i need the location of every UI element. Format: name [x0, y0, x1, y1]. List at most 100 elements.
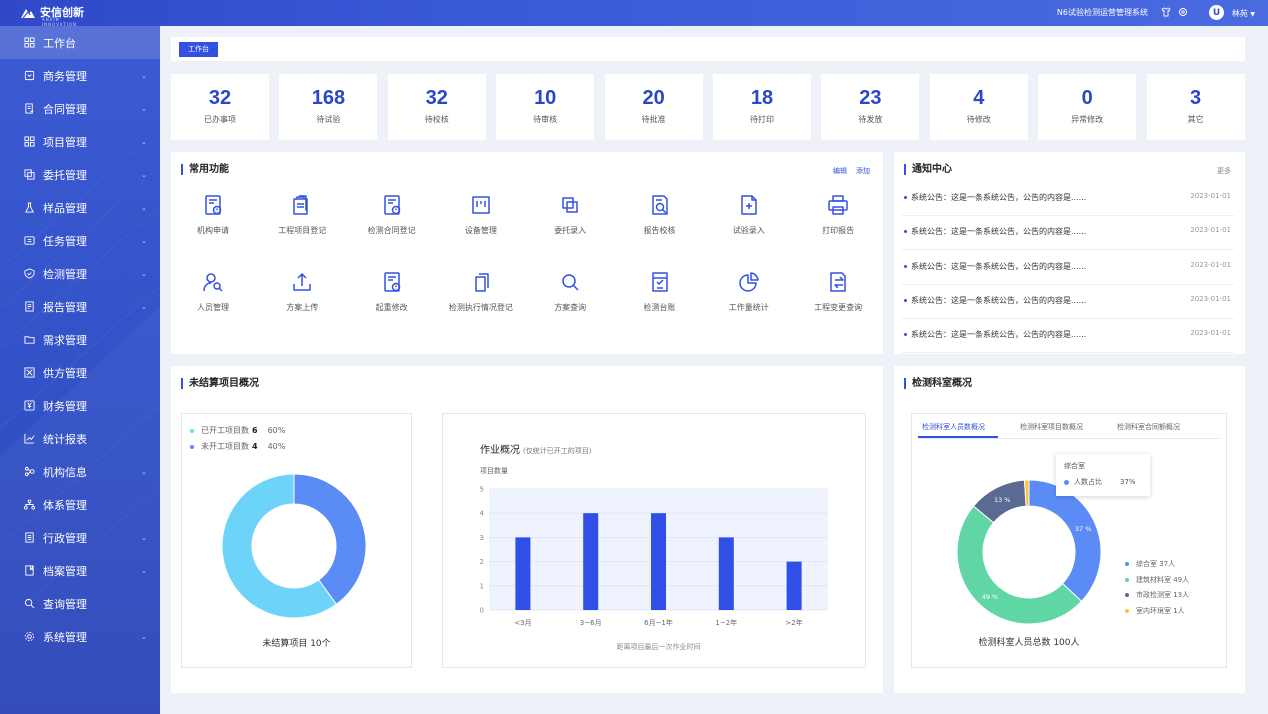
stat-card[interactable]: 10 待审核: [496, 74, 595, 140]
doc-alert-icon: [383, 272, 400, 292]
search-icon: [562, 274, 579, 291]
legend-item[interactable]: 室内环境室 1人: [1125, 606, 1185, 616]
sidebar-item-12[interactable]: 统计报表: [0, 422, 160, 455]
stat-card[interactable]: 32 已办事项: [171, 74, 269, 140]
notice-text: 系统公告：这是一条系统公告，公告的内容是......: [911, 295, 1087, 305]
stat-card[interactable]: 18 待打印: [713, 74, 811, 140]
add-link[interactable]: 添加: [856, 166, 870, 176]
tab-lab-projects[interactable]: 检测科室项目数概况: [1020, 422, 1083, 432]
function-item[interactable]: 检测合同登记: [352, 194, 432, 236]
legend-not-started-name: 未开工项目数: [201, 442, 249, 451]
legend-item[interactable]: 综合室 37人: [1125, 559, 1175, 569]
sidebar-item-9[interactable]: 需求管理: [0, 323, 160, 356]
sidebar-item-label: 报告管理: [43, 300, 87, 314]
tab-lab-contracts[interactable]: 检测科室合同额概况: [1117, 422, 1180, 432]
sidebar-item-8[interactable]: 报告管理 ⌄: [0, 290, 160, 323]
chevron-down-icon: ⌄: [141, 104, 147, 113]
stat-card[interactable]: 23 待发放: [821, 74, 920, 140]
function-label: 工作量统计: [728, 303, 769, 312]
function-item[interactable]: 报告校核: [620, 194, 700, 236]
sidebar-item-18[interactable]: 系统管理 ⌄: [0, 620, 160, 653]
notice-item[interactable]: 系统公告：这是一条系统公告，公告的内容是...... 2023-01-01: [902, 319, 1234, 354]
legend-swatch: [190, 428, 194, 433]
function-item[interactable]: 人员管理: [173, 271, 253, 313]
project-donut-card: 已开工项目数 6 60% 未开工项目数 4 40% 未结算项目 10个: [181, 413, 412, 668]
user-name: 林苑: [1231, 9, 1248, 18]
bar-0[interactable]: [515, 537, 531, 610]
tab-lab-staff[interactable]: 检测科室人员数概况: [922, 422, 985, 432]
notice-item[interactable]: 系统公告：这是一条系统公告，公告的内容是...... 2023-01-01: [902, 251, 1234, 285]
folder-icon: [24, 336, 35, 344]
function-label: 委托录入: [554, 226, 587, 235]
sidebar-item-11[interactable]: 财务管理: [0, 389, 160, 422]
bar-2[interactable]: [651, 513, 666, 610]
shirt-icon[interactable]: [1161, 7, 1171, 17]
avatar[interactable]: U: [1209, 5, 1224, 20]
legend-item[interactable]: 建筑材料室 49人: [1125, 575, 1189, 585]
legend-item[interactable]: 市政检测室 13人: [1125, 590, 1189, 600]
sidebar-item-16[interactable]: 档案管理 ⌄: [0, 554, 160, 587]
user-menu[interactable]: 林苑 ▼: [1232, 8, 1255, 19]
unsettled-projects-title: 未结算项目概况: [181, 378, 259, 389]
donut-slice-1[interactable]: [293, 473, 367, 605]
function-item[interactable]: 打印报告: [798, 194, 878, 236]
function-item[interactable]: 检测台账: [620, 271, 700, 313]
legend-text: 室内环境室 1人: [1136, 606, 1185, 615]
bar-1[interactable]: [583, 513, 599, 610]
sidebar-item-14[interactable]: 体系管理: [0, 488, 160, 521]
lab-overview-title: 检测科室概况: [904, 378, 972, 389]
sidebar-item-4[interactable]: 委托管理 ⌄: [0, 158, 160, 191]
sidebar-item-2[interactable]: 合同管理 ⌄: [0, 92, 160, 125]
sidebar: 工作台 商务管理 ⌄ 合同管理 ⌄ 项目管理 ⌄ 委托管理 ⌄ 样品管理 ⌄ 任务管理 ⌄ 检测管理 ⌄ 报告…: [0, 26, 160, 714]
notice-item[interactable]: 系统公告：这是一条系统公告，公告的内容是...... 2023-01-01: [902, 216, 1234, 251]
function-item[interactable]: 工程变更查询: [798, 271, 878, 313]
legend-text: 建筑材料室 49人: [1136, 575, 1190, 584]
function-item[interactable]: 设备管理: [441, 194, 521, 236]
sidebar-item-1[interactable]: 商务管理 ⌄: [0, 59, 160, 92]
project-donut-caption: 未结算项目 10个: [262, 639, 331, 649]
sidebar-item-3[interactable]: 项目管理 ⌄: [0, 125, 160, 158]
donut-slice-1[interactable]: [956, 505, 1083, 625]
edit-link[interactable]: 编辑: [833, 166, 847, 176]
sidebar-item-17[interactable]: 查询管理: [0, 587, 160, 620]
doc-alert-icon: [383, 195, 400, 215]
stat-value: 32: [425, 87, 448, 109]
settings-icon[interactable]: [1178, 7, 1188, 17]
function-item[interactable]: 方案上传: [262, 271, 342, 313]
stat-value: 32: [208, 87, 232, 109]
legend-text: 市政检测室 13人: [1136, 591, 1190, 599]
sidebar-item-7[interactable]: 检测管理 ⌄: [0, 257, 160, 290]
stat-card[interactable]: 4 待修改: [929, 74, 1028, 140]
function-item[interactable]: 起重修改: [352, 271, 432, 313]
function-item[interactable]: 工作量统计: [709, 271, 789, 313]
function-label: 打印报告: [822, 226, 855, 235]
donut-slice-0[interactable]: [1028, 479, 1102, 602]
stat-card[interactable]: 20 待批准: [604, 74, 703, 140]
sidebar-item-5[interactable]: 样品管理 ⌄: [0, 191, 160, 224]
breadcrumb-tag[interactable]: 工作台: [179, 42, 218, 57]
more-link[interactable]: 更多: [1217, 166, 1231, 176]
bar-3[interactable]: [718, 537, 734, 610]
function-item[interactable]: 机构申请: [173, 194, 253, 236]
sidebar-item-6[interactable]: 任务管理 ⌄: [0, 224, 160, 257]
function-item[interactable]: 试验录入: [709, 194, 789, 236]
sidebar-item-label: 工作台: [43, 36, 76, 50]
stat-card[interactable]: 3 其它: [1146, 74, 1245, 140]
notice-item[interactable]: 系统公告：这是一条系统公告，公告的内容是...... 2023-01-01: [902, 182, 1234, 216]
notice-item[interactable]: 系统公告：这是一条系统公告，公告的内容是...... 2023-01-01: [902, 285, 1234, 319]
stat-card[interactable]: 0 异常修改: [1038, 74, 1137, 140]
org-icon: [24, 466, 35, 477]
ledger-icon: [651, 272, 668, 292]
bar-4[interactable]: [786, 561, 802, 610]
function-item[interactable]: 工程项目登记: [262, 194, 342, 236]
sidebar-item-15[interactable]: 行政管理 ⌄: [0, 521, 160, 554]
sidebar-item-10[interactable]: 供方管理: [0, 356, 160, 389]
stat-card[interactable]: 168 待试验: [279, 74, 378, 140]
function-item[interactable]: 委托录入: [530, 194, 610, 236]
stat-card[interactable]: 32 待校核: [387, 74, 486, 140]
function-item[interactable]: 方案查询: [530, 271, 610, 313]
legend-started-count: 6: [252, 426, 258, 435]
sidebar-item-0[interactable]: 工作台: [0, 26, 160, 59]
sidebar-item-13[interactable]: 机构信息 ⌄: [0, 455, 160, 488]
function-item[interactable]: 检测执行情况登记: [441, 271, 521, 313]
